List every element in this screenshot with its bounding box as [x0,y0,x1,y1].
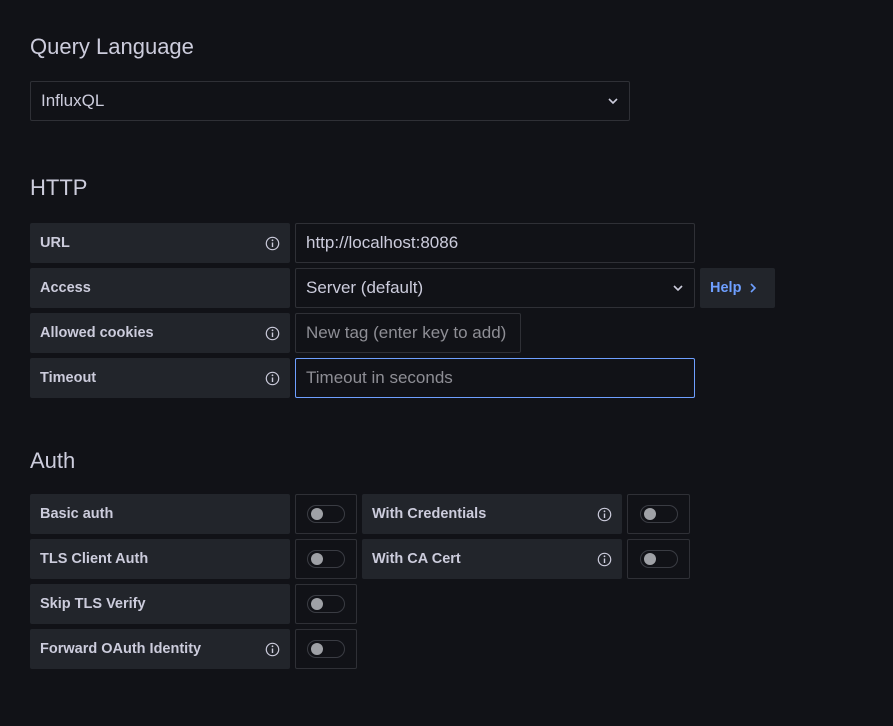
info-icon[interactable] [265,326,280,341]
access-label: Access [30,268,290,308]
timeout-label: Timeout [30,358,290,398]
help-label: Help [710,280,742,296]
info-icon[interactable] [265,371,280,386]
tls-client-auth-label-text: TLS Client Auth [40,551,149,567]
query-language-heading: Query Language [30,34,194,59]
with-credentials-label-text: With Credentials [372,506,487,522]
forward-oauth-toggle[interactable] [307,640,345,658]
skip-tls-verify-toggle[interactable] [307,595,345,613]
access-label-text: Access [40,280,91,296]
tls-client-auth-toggle-box [295,539,357,579]
chevron-down-icon [607,95,619,107]
with-credentials-toggle-box [627,494,690,534]
timeout-field[interactable] [306,368,684,388]
allowed-cookies-input[interactable] [295,313,521,353]
forward-oauth-label: Forward OAuth Identity [30,629,290,669]
skip-tls-verify-label-text: Skip TLS Verify [40,596,146,612]
tls-client-auth-toggle[interactable] [307,550,345,568]
query-language-select[interactable]: InfluxQL [30,81,630,121]
forward-oauth-label-text: Forward OAuth Identity [40,641,202,657]
allowed-cookies-label-text: Allowed cookies [40,325,154,341]
url-field[interactable] [306,233,684,253]
http-heading: HTTP [30,175,88,200]
basic-auth-toggle[interactable] [307,505,345,523]
skip-tls-verify-toggle-box [295,584,357,624]
timeout-label-text: Timeout [40,370,97,386]
forward-oauth-toggle-box [295,629,357,669]
toggle-knob [311,553,323,565]
toggle-knob [311,643,323,655]
allowed-cookies-label: Allowed cookies [30,313,290,353]
url-input[interactable] [295,223,695,263]
url-label: URL [30,223,290,263]
toggle-knob [311,508,323,520]
info-icon[interactable] [265,236,280,251]
basic-auth-toggle-box [295,494,357,534]
access-select[interactable]: Server (default) [295,268,695,308]
toggle-knob [643,508,656,520]
query-language-value: InfluxQL [41,91,105,110]
skip-tls-verify-label: Skip TLS Verify [30,584,290,624]
with-ca-cert-toggle[interactable] [639,550,678,568]
allowed-cookies-field[interactable] [306,323,510,343]
access-help-button[interactable]: Help [700,268,775,308]
timeout-input[interactable] [295,358,695,398]
tls-client-auth-label: TLS Client Auth [30,539,290,579]
chevron-down-icon [672,282,684,294]
info-icon[interactable] [265,642,280,657]
datasource-settings-page: Query Language InfluxQL HTTP URL Access … [0,0,893,726]
auth-heading: Auth [30,448,76,473]
access-value: Server (default) [306,278,424,297]
with-ca-cert-label: With CA Cert [362,539,622,579]
info-icon[interactable] [597,552,612,567]
with-ca-cert-label-text: With CA Cert [372,551,461,567]
info-icon[interactable] [597,507,612,522]
chevron-right-icon [749,283,757,293]
basic-auth-label: Basic auth [30,494,290,534]
url-label-text: URL [40,235,70,251]
toggle-knob [311,598,323,610]
toggle-knob [643,553,656,565]
with-credentials-label: With Credentials [362,494,622,534]
with-ca-cert-toggle-box [627,539,690,579]
with-credentials-toggle[interactable] [639,505,678,523]
basic-auth-label-text: Basic auth [40,506,114,522]
